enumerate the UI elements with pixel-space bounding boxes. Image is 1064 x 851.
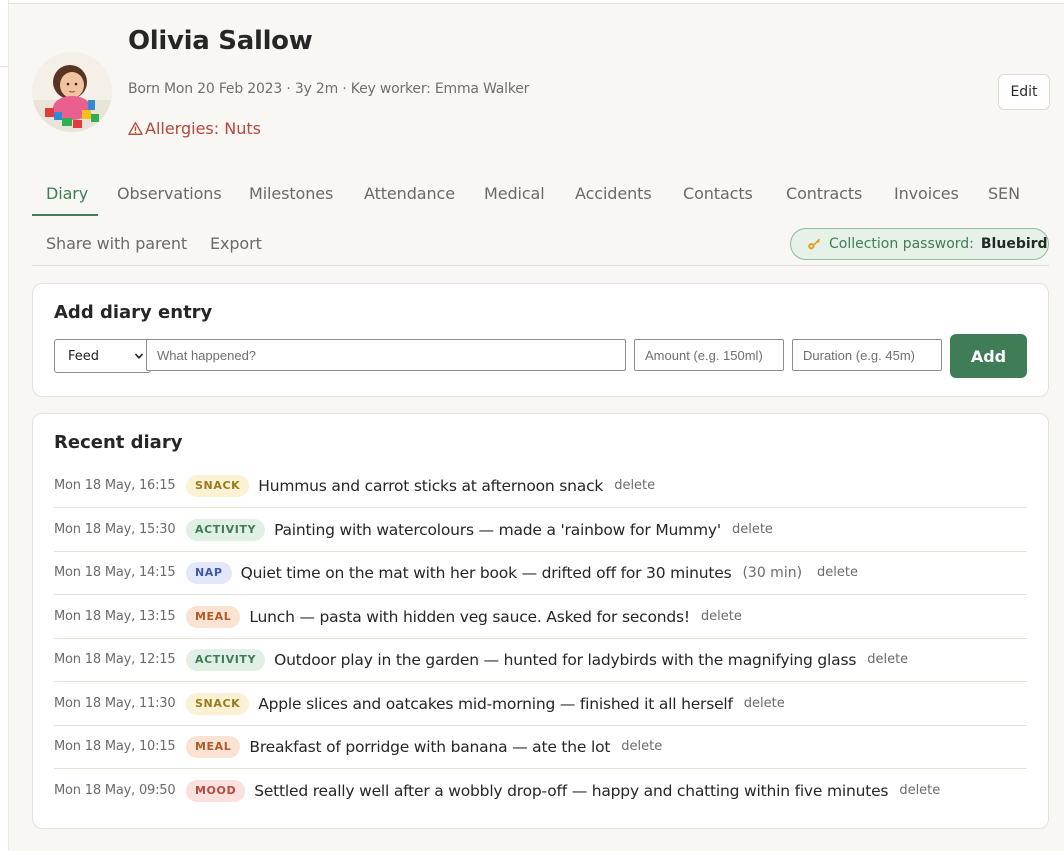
delete-link[interactable]: delete bbox=[867, 652, 908, 667]
password-value: Bluebird bbox=[980, 236, 1048, 252]
entry-text: Apple slices and oatcakes mid-morning — … bbox=[258, 694, 733, 713]
delete-link[interactable]: delete bbox=[614, 478, 655, 493]
tab-attendance[interactable]: Attendance bbox=[364, 184, 455, 203]
add-button[interactable]: Add bbox=[950, 334, 1027, 378]
collection-password-badge: Collection password: Bluebird bbox=[790, 228, 1049, 260]
tab-contracts[interactable]: Contracts bbox=[786, 184, 862, 203]
add-diary-entry-card: Add diary entry Feed Add bbox=[32, 283, 1049, 397]
allergy-text: Allergies: Nuts bbox=[145, 119, 261, 138]
entry-type-badge: MEAL bbox=[186, 735, 241, 758]
diary-entry-row: Mon 18 May, 13:15 MEAL Lunch — pasta wit… bbox=[54, 595, 1027, 639]
entry-type-badge: NAP bbox=[186, 561, 232, 584]
entry-type-badge: ACTIVITY bbox=[186, 518, 266, 541]
entry-text: Hummus and carrot sticks at afternoon sn… bbox=[258, 476, 604, 495]
tab-contacts[interactable]: Contacts bbox=[683, 184, 753, 203]
chevron-down-icon bbox=[134, 353, 144, 359]
avatar bbox=[32, 52, 112, 132]
entry-text: Breakfast of porridge with banana — ate … bbox=[249, 737, 611, 756]
active-tab-indicator bbox=[32, 214, 98, 216]
entry-text: Lunch — pasta with hidden veg sauce. Ask… bbox=[249, 607, 690, 626]
tab-milestones[interactable]: Milestones bbox=[249, 184, 333, 203]
entry-time: Mon 18 May, 11:30 bbox=[54, 696, 176, 711]
add-entry-title: Add diary entry bbox=[54, 302, 213, 323]
tab-sen[interactable]: SEN bbox=[988, 184, 1020, 203]
key-icon bbox=[808, 238, 821, 250]
entry-time: Mon 18 May, 16:15 bbox=[54, 478, 176, 493]
entry-time: Mon 18 May, 15:30 bbox=[54, 522, 176, 537]
delete-link[interactable]: delete bbox=[899, 783, 940, 798]
delete-link[interactable]: delete bbox=[621, 739, 662, 754]
diary-entry-row: Mon 18 May, 16:15 SNACK Hummus and carro… bbox=[54, 464, 1027, 508]
child-photo-image bbox=[32, 52, 112, 132]
diary-entry-row: Mon 18 May, 15:30 ACTIVITY Painting with… bbox=[54, 508, 1027, 552]
tab-accidents[interactable]: Accidents bbox=[575, 184, 652, 203]
diary-entry-row: Mon 18 May, 12:15 ACTIVITY Outdoor play … bbox=[54, 638, 1027, 682]
child-name: Olivia Sallow bbox=[128, 26, 313, 56]
edit-button[interactable]: Edit bbox=[998, 74, 1050, 110]
tab-observations[interactable]: Observations bbox=[117, 184, 222, 203]
entry-type-badge: SNACK bbox=[186, 692, 250, 715]
tab-medical[interactable]: Medical bbox=[484, 184, 545, 203]
entry-time: Mon 18 May, 09:50 bbox=[54, 783, 176, 798]
diary-entry-row: Mon 18 May, 14:15 NAP Quiet time on the … bbox=[54, 551, 1027, 595]
delete-link[interactable]: delete bbox=[701, 609, 742, 624]
tab-diary[interactable]: Diary bbox=[46, 184, 88, 203]
entry-type-badge: MOOD bbox=[186, 779, 246, 802]
tab-share-with-parent[interactable]: Share with parent bbox=[46, 234, 187, 253]
left-strip bbox=[0, 0, 9, 850]
child-profile-panel: Olivia Sallow Born Mon 20 Feb 2023 · 3y … bbox=[9, 3, 1064, 851]
entry-time: Mon 18 May, 12:15 bbox=[54, 652, 176, 667]
diary-entry-row: Mon 18 May, 10:15 MEAL Breakfast of porr… bbox=[54, 725, 1027, 769]
tabs-divider bbox=[32, 265, 1049, 266]
tab-invoices[interactable]: Invoices bbox=[894, 184, 959, 203]
diary-entry-row: Mon 18 May, 11:30 SNACK Apple slices and… bbox=[54, 682, 1027, 726]
entry-duration: (30 min) bbox=[742, 564, 803, 581]
entry-time: Mon 18 May, 13:15 bbox=[54, 609, 176, 624]
entry-type-badge: MEAL bbox=[186, 605, 241, 628]
entry-type-select[interactable]: Feed bbox=[54, 339, 151, 373]
entry-type-value: Feed bbox=[68, 348, 100, 364]
what-happened-input[interactable] bbox=[146, 339, 626, 371]
recent-diary-title: Recent diary bbox=[54, 432, 183, 453]
entry-time: Mon 18 May, 14:15 bbox=[54, 565, 176, 580]
delete-link[interactable]: delete bbox=[732, 522, 773, 537]
entry-time: Mon 18 May, 10:15 bbox=[54, 739, 176, 754]
delete-link[interactable]: delete bbox=[744, 696, 785, 711]
entry-text: Outdoor play in the garden — hunted for … bbox=[274, 650, 857, 669]
delete-link[interactable]: delete bbox=[817, 565, 858, 580]
diary-entry-row: Mon 18 May, 09:50 MOOD Settled really we… bbox=[54, 769, 1027, 812]
entry-text: Settled really well after a wobbly drop-… bbox=[254, 781, 889, 800]
allergy-warning: Allergies: Nuts bbox=[128, 119, 261, 138]
child-meta: Born Mon 20 Feb 2023 · 3y 2m · Key worke… bbox=[128, 81, 530, 97]
tab-export[interactable]: Export bbox=[210, 234, 262, 253]
duration-input[interactable] bbox=[792, 339, 942, 371]
recent-diary-card: Recent diary Mon 18 May, 16:15 SNACK Hum… bbox=[32, 413, 1049, 829]
entry-type-badge: ACTIVITY bbox=[186, 648, 266, 671]
entry-text: Painting with watercolours — made a 'rai… bbox=[274, 520, 721, 539]
entry-type-badge: SNACK bbox=[186, 474, 250, 497]
warning-icon bbox=[128, 122, 143, 135]
password-label: Collection password: bbox=[829, 236, 974, 252]
amount-input[interactable] bbox=[634, 339, 784, 371]
entry-text: Quiet time on the mat with her book — dr… bbox=[240, 563, 732, 582]
